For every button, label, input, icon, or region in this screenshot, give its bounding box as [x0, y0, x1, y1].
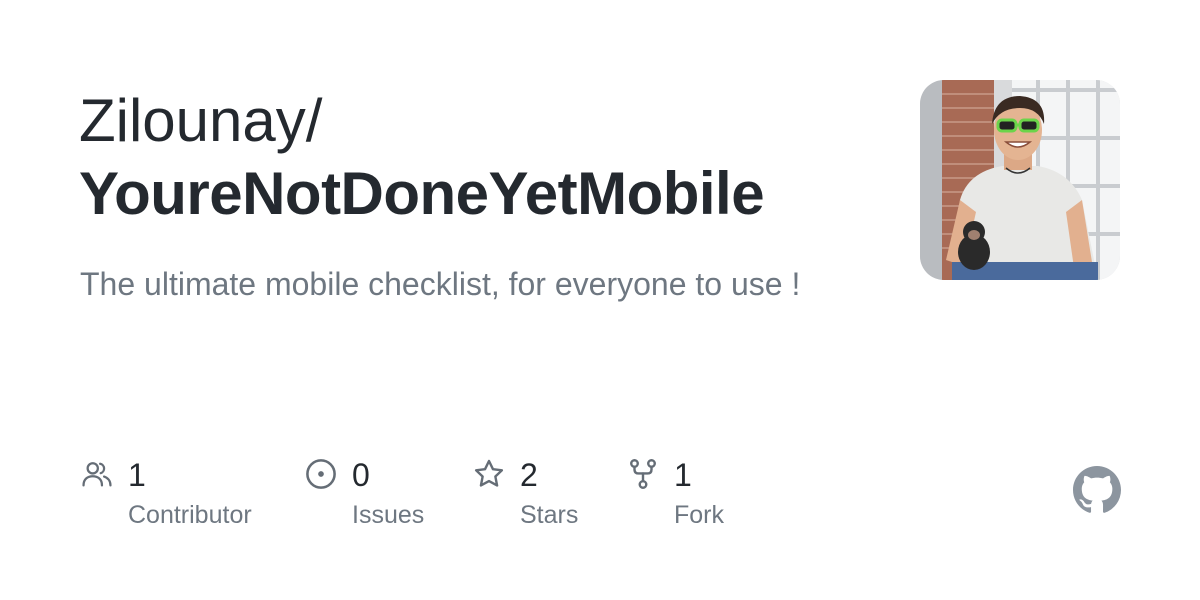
- stars-count: 2: [520, 457, 538, 493]
- people-icon: [82, 462, 112, 487]
- contributors-count: 1: [128, 457, 146, 493]
- forks-label: Fork: [674, 501, 724, 529]
- forks-count: 1: [674, 457, 692, 493]
- star-icon: [474, 459, 504, 487]
- contributors-label: Contributor: [128, 501, 252, 529]
- issue-opened-icon: [306, 459, 336, 489]
- avatar-photo: [920, 80, 1120, 280]
- repo-description: The ultimate mobile checklist, for every…: [80, 266, 801, 302]
- stars-label: Stars: [520, 501, 579, 529]
- issues-count: 0: [352, 457, 370, 493]
- issues-label: Issues: [352, 501, 425, 529]
- owner-avatar[interactable]: [920, 80, 1120, 280]
- repo-forked-icon: [630, 459, 656, 489]
- github-logo-icon[interactable]: [1073, 466, 1121, 514]
- repo-owner[interactable]: Zilounay/: [79, 86, 322, 156]
- repo-name[interactable]: YoureNotDoneYetMobile: [79, 156, 765, 232]
